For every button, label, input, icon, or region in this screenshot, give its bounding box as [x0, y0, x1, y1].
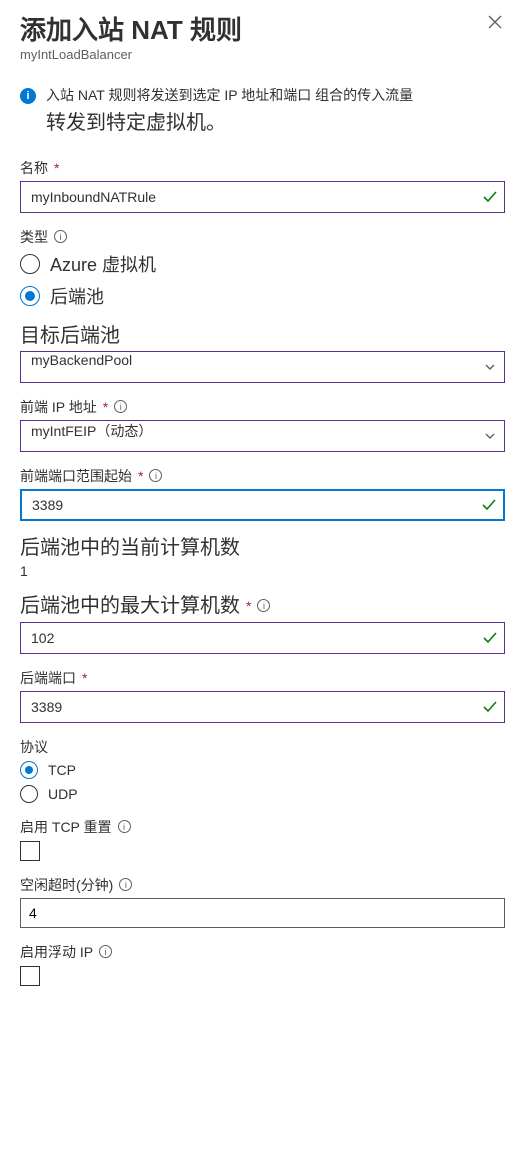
valid-check-icon	[476, 189, 504, 205]
required-asterisk: *	[103, 399, 108, 415]
target-pool-select[interactable]: myBackendPool	[20, 351, 505, 383]
floating-ip-label: 启用浮动 IP	[20, 942, 93, 962]
max-machines-label: 后端池中的最大计算机数	[20, 593, 240, 619]
protocol-option-tcp-label: TCP	[48, 762, 76, 778]
frontend-ip-label: 前端 IP 地址	[20, 397, 97, 417]
info-text-line1: 入站 NAT 规则将发送到选定 IP 地址和端口 组合的传入流量	[46, 86, 413, 106]
required-asterisk: *	[138, 468, 143, 484]
port-start-input-wrap[interactable]	[20, 489, 505, 521]
current-machines-label: 后端池中的当前计算机数	[20, 535, 505, 561]
radio-icon	[20, 785, 38, 803]
type-option-azure-vm-label: Azure 虚拟机	[50, 251, 156, 277]
backend-port-input-wrap[interactable]	[20, 691, 505, 723]
max-machines-input[interactable]	[21, 623, 476, 653]
frontend-ip-value: myIntFEIP（动态）	[21, 421, 476, 451]
protocol-label: 协议	[20, 737, 505, 757]
type-option-backend-pool-label: 后端池	[50, 283, 104, 309]
target-pool-value: myBackendPool	[21, 352, 476, 382]
type-option-azure-vm[interactable]: Azure 虚拟机	[20, 251, 505, 277]
type-label: 类型	[20, 227, 48, 247]
radio-icon	[20, 761, 38, 779]
info-icon: i	[20, 88, 36, 104]
chevron-down-icon	[476, 361, 504, 373]
idle-timeout-input[interactable]	[21, 905, 504, 921]
info-hint-icon[interactable]: i	[149, 469, 162, 482]
info-hint-icon[interactable]: i	[99, 945, 112, 958]
port-start-label: 前端端口范围起始	[20, 466, 132, 486]
close-icon[interactable]	[487, 14, 505, 32]
port-start-input[interactable]	[22, 491, 475, 519]
info-hint-icon[interactable]: i	[118, 820, 131, 833]
tcp-reset-label: 启用 TCP 重置	[20, 817, 112, 837]
info-hint-icon[interactable]: i	[54, 230, 67, 243]
name-label: 名称	[20, 158, 48, 178]
valid-check-icon	[475, 497, 503, 513]
tcp-reset-checkbox[interactable]	[20, 841, 40, 861]
current-machines-value: 1	[20, 563, 505, 579]
required-asterisk: *	[82, 670, 87, 686]
valid-check-icon	[476, 699, 504, 715]
required-asterisk: *	[54, 160, 59, 176]
info-hint-icon[interactable]: i	[257, 599, 270, 612]
idle-timeout-input-wrap[interactable]	[20, 898, 505, 928]
radio-icon	[20, 254, 40, 274]
type-option-backend-pool[interactable]: 后端池	[20, 283, 505, 309]
protocol-option-udp[interactable]: UDP	[20, 785, 505, 803]
name-input-wrap[interactable]	[20, 181, 505, 213]
panel-title: 添加入站 NAT 规则	[20, 10, 505, 47]
info-hint-icon[interactable]: i	[114, 400, 127, 413]
backend-port-label: 后端端口	[20, 668, 76, 688]
floating-ip-checkbox[interactable]	[20, 966, 40, 986]
idle-timeout-label: 空闲超时(分钟)	[20, 875, 113, 895]
valid-check-icon	[476, 630, 504, 646]
protocol-option-udp-label: UDP	[48, 786, 78, 802]
protocol-option-tcp[interactable]: TCP	[20, 761, 505, 779]
required-asterisk: *	[246, 598, 251, 614]
target-pool-label: 目标后端池	[20, 323, 505, 349]
info-hint-icon[interactable]: i	[119, 878, 132, 891]
radio-icon	[20, 286, 40, 306]
info-text-line2: 转发到特定虚拟机。	[46, 110, 505, 136]
name-input[interactable]	[21, 182, 476, 212]
max-machines-input-wrap[interactable]	[20, 622, 505, 654]
chevron-down-icon	[476, 430, 504, 442]
panel-subtitle: myIntLoadBalancer	[20, 47, 505, 62]
backend-port-input[interactable]	[21, 692, 476, 722]
frontend-ip-select[interactable]: myIntFEIP（动态）	[20, 420, 505, 452]
